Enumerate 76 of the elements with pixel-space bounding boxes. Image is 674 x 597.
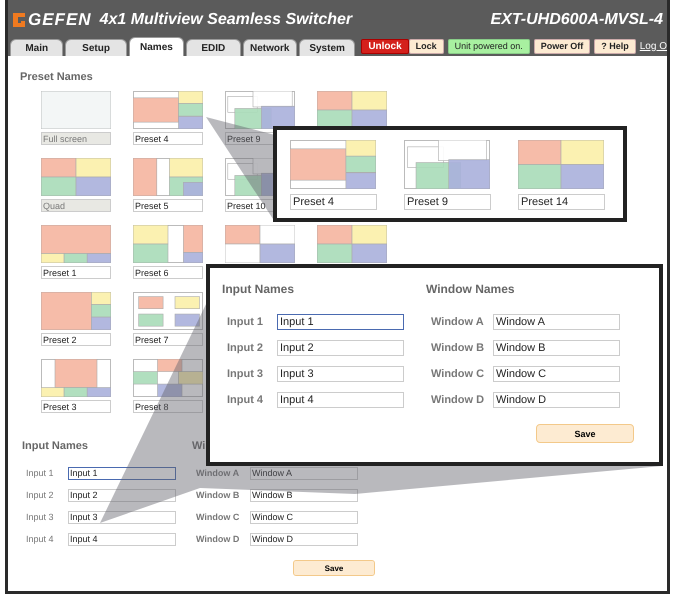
field-label: Input 1 (226, 316, 264, 328)
preset-name-field[interactable]: Preset 9 (404, 194, 491, 210)
field-label: Input 4 (226, 394, 264, 406)
input-name-field[interactable]: Input 3 (277, 366, 404, 382)
toolbar-button[interactable]: Unlock (361, 38, 409, 54)
tab[interactable]: Setup (65, 39, 127, 56)
preset-name-field[interactable]: Preset 1 (41, 266, 111, 279)
field-label: Window C (430, 368, 485, 380)
layout-thumbnail-drawing (41, 225, 111, 263)
field-label: Input 1 (25, 468, 55, 478)
field-label: Input 2 (226, 342, 264, 354)
window-name-field[interactable]: Window C (493, 366, 620, 382)
toolbar-button[interactable]: ? Help (594, 38, 636, 54)
layout-thumbnail-drawing (41, 91, 111, 129)
input-name-field[interactable]: Input 2 (68, 488, 176, 502)
preset-name-field[interactable]: Preset 2 (41, 333, 111, 346)
input-name-field[interactable]: Input 1 (277, 314, 404, 330)
toolbar-button[interactable]: Power Off (534, 38, 590, 54)
preset-name-field[interactable]: Preset 14 (518, 194, 605, 210)
section-heading: Wi (192, 440, 206, 454)
input-name-field[interactable]: Input 4 (277, 392, 404, 408)
tab[interactable]: Main (10, 39, 64, 56)
tab[interactable]: System (298, 39, 356, 56)
toolbar-button[interactable]: Lock (408, 38, 444, 54)
window-name-field[interactable]: Window B (250, 488, 358, 502)
preset-name-field[interactable]: Preset 7 (133, 333, 203, 346)
window-name-field[interactable]: Window A (250, 466, 358, 480)
field-label: Window A (430, 316, 485, 328)
layout-thumbnail-drawing (41, 359, 111, 397)
preset-name-field[interactable]: Preset 5 (133, 199, 203, 212)
field-label: Input 4 (25, 534, 55, 544)
preset-name-field[interactable]: Preset 3 (41, 400, 111, 413)
field-label: Input 3 (25, 512, 55, 522)
layout-thumbnail-drawing (133, 359, 203, 397)
toolbar-button[interactable]: Unit powered on. (448, 38, 530, 54)
window-name-field[interactable]: Window D (250, 532, 358, 546)
field-label: Window C (195, 512, 240, 522)
field-label: Input 2 (25, 490, 55, 500)
model-name: EXT-UHD600A-MVSL-4 (490, 11, 663, 29)
logout-link[interactable]: Log O (640, 40, 667, 52)
field-label: Window B (430, 342, 485, 354)
layout-thumbnail-drawing (41, 158, 111, 196)
preset-name-field[interactable]: Preset 4 (290, 194, 377, 210)
layout-thumbnail-drawing (133, 225, 203, 263)
save-button[interactable]: Save (293, 560, 375, 576)
section-heading: Input Names (22, 440, 90, 454)
tab[interactable]: Network (242, 39, 297, 56)
preset-name-field[interactable]: Preset 8 (133, 400, 203, 413)
tab[interactable]: EDID (186, 39, 241, 56)
preset-name-field[interactable]: Preset 4 (133, 132, 203, 145)
input-name-field[interactable]: Input 1 (68, 466, 176, 480)
field-label: Input 3 (226, 368, 264, 380)
field-label: Window D (195, 534, 240, 544)
save-button[interactable]: Save (536, 424, 634, 443)
window-name-field[interactable]: Window C (250, 510, 358, 524)
layout-thumbnail-drawing (133, 91, 203, 129)
logo-icon (11, 11, 27, 29)
section-heading: Window Names (426, 282, 516, 298)
window-name-field[interactable]: Window B (493, 340, 620, 356)
field-label: Window A (195, 468, 240, 478)
layout-thumbnail-drawing (133, 158, 203, 196)
input-name-field[interactable]: Input 2 (277, 340, 404, 356)
section-heading: Preset Names (20, 71, 94, 85)
window-name-field[interactable]: Window A (493, 314, 620, 330)
window-name-field[interactable]: Window D (493, 392, 620, 408)
input-name-field[interactable]: Input 3 (68, 510, 176, 524)
brand-logo: GEFEN (28, 10, 92, 30)
field-label: Window B (195, 490, 240, 500)
layout-thumbnail-drawing (41, 292, 111, 330)
product-title: 4x1 Multiview Seamless Switcher (100, 11, 352, 29)
field-label: Window D (430, 394, 485, 406)
input-name-field[interactable]: Input 4 (68, 532, 176, 546)
layout-thumbnail-drawing (133, 292, 203, 330)
section-heading: Input Names (222, 282, 296, 298)
preset-name-field[interactable]: Preset 6 (133, 266, 203, 279)
tab[interactable]: Names (128, 37, 184, 56)
